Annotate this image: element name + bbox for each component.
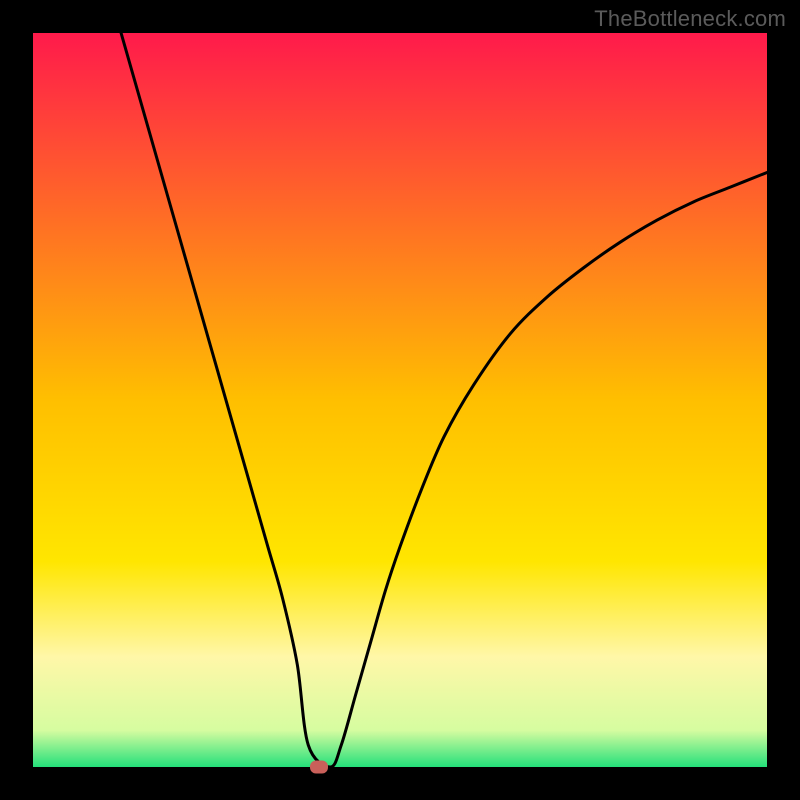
- minimum-marker: [310, 761, 328, 774]
- chart-frame: TheBottleneck.com: [0, 0, 800, 800]
- bottleneck-curve: [33, 33, 767, 767]
- watermark-text: TheBottleneck.com: [594, 6, 786, 32]
- plot-area: [33, 33, 767, 767]
